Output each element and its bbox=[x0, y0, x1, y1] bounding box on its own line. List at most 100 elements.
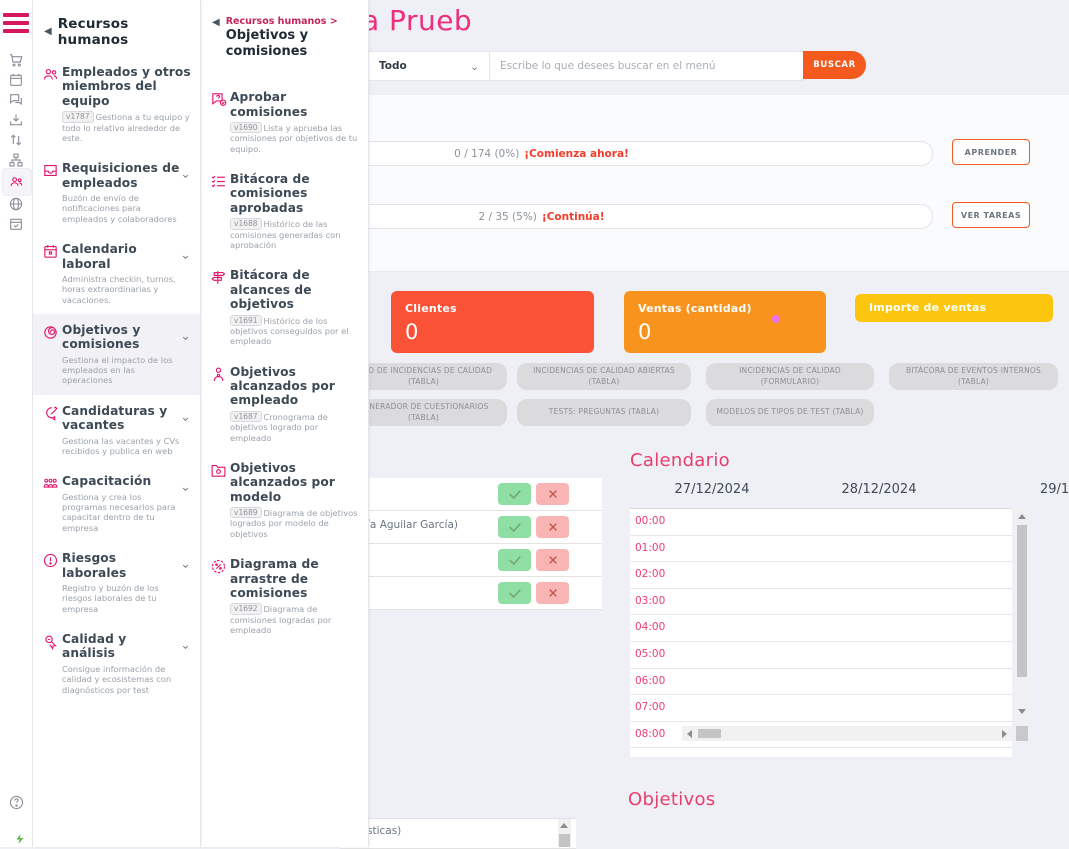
submenu-item-diagrama-arrastre[interactable]: Diagrama de arrastre de comisiones v1692… bbox=[200, 548, 368, 644]
calendar-horizontal-scrollbar[interactable] bbox=[682, 726, 1012, 741]
objetivos-row-text: sticas) bbox=[367, 825, 402, 837]
approve-button[interactable] bbox=[498, 483, 531, 505]
kpi-value: 0 bbox=[638, 320, 652, 344]
menu-item-desc: Gestiona las vacantes y CVs recibidos y … bbox=[62, 435, 180, 456]
kpi-card-ventas-cantidad: Ventas (cantidad) 0 bbox=[624, 291, 826, 353]
back-arrow-icon[interactable]: ◀ bbox=[212, 16, 220, 30]
cart-icon[interactable] bbox=[0, 52, 32, 68]
calendar-icon[interactable] bbox=[0, 72, 32, 88]
globe-icon[interactable] bbox=[0, 196, 32, 212]
scroll-up-arrow[interactable] bbox=[560, 823, 568, 828]
calendar-grid: 00:00 01:00 02:00 03:00 04:00 05:00 06:0… bbox=[630, 508, 1012, 757]
signpost-icon bbox=[210, 268, 230, 290]
menu-item-candidaturas[interactable]: Candidaturas y vacantes Gestiona las vac… bbox=[32, 395, 200, 466]
table-button[interactable]: MODELOS DE TIPOS DE TEST (TABLA) bbox=[706, 399, 874, 426]
version-badge: v1691 bbox=[230, 314, 262, 326]
menu-item-label: Objetivos y comisiones bbox=[62, 322, 141, 352]
calendar-time-row: 03:00 bbox=[630, 589, 1012, 616]
reject-button[interactable] bbox=[536, 516, 569, 538]
menu-item-riesgos[interactable]: Riesgos laborales Registro y buzón de lo… bbox=[32, 542, 200, 623]
checklist-icon bbox=[210, 172, 230, 194]
version-badge: v1687 bbox=[230, 410, 262, 423]
approval-row-text: ía Aguilar García) bbox=[367, 519, 458, 531]
menu-item-calidad[interactable]: Calidad y análisis Consigue información … bbox=[32, 623, 200, 704]
version-badge: v1689 bbox=[230, 507, 262, 519]
menu-item-capacitacion[interactable]: Capacitación Gestiona y crea los program… bbox=[32, 465, 200, 542]
kpi-value: 0 bbox=[405, 320, 419, 344]
scroll-down-arrow[interactable] bbox=[1018, 709, 1026, 714]
progress-cta: ¡Continúa! bbox=[541, 210, 605, 223]
approve-button[interactable] bbox=[498, 582, 531, 604]
sitemap-icon[interactable] bbox=[0, 152, 32, 168]
chevron-down-icon bbox=[180, 474, 194, 497]
search-button[interactable]: BUSCAR bbox=[803, 51, 866, 79]
table-button[interactable]: INCIDENCIAS DE CALIDAD ABIERTAS (TABLA) bbox=[517, 363, 691, 390]
calendar-time-row: 06:00 bbox=[630, 669, 1012, 696]
person-award-icon bbox=[210, 365, 230, 387]
reject-button[interactable] bbox=[536, 483, 569, 505]
award-icon bbox=[42, 632, 62, 654]
approval-row: ía Aguilar García) bbox=[340, 511, 602, 544]
approve-button[interactable] bbox=[498, 549, 531, 571]
submenu-item-bitacora-alcances[interactable]: Bitácora de alcances de objetivos v1691 H… bbox=[200, 259, 368, 355]
table-button[interactable]: INCIDENCIAS DE CALIDAD (FORMULARIO) bbox=[706, 363, 874, 390]
calendar-vertical-scrollbar[interactable] bbox=[1016, 509, 1028, 741]
icon-rail bbox=[0, 0, 33, 847]
chevron-down-icon bbox=[180, 161, 194, 184]
search-input[interactable] bbox=[490, 60, 804, 72]
menu-item-label: Calidad y análisis bbox=[62, 632, 127, 661]
menu-hamburger-icon[interactable] bbox=[0, 12, 32, 34]
scroll-right-arrow[interactable] bbox=[1002, 730, 1007, 738]
submenu-header[interactable]: ◀ Recursos humanos > Objetivos y comisio… bbox=[200, 0, 368, 67]
inbox-icon bbox=[42, 161, 62, 183]
kpi-card-importe-ventas: Importe de ventas bbox=[855, 294, 1053, 322]
submenu-item-label: Objetivos alcanzados por modelo bbox=[230, 460, 335, 504]
menu-item-calendario-laboral[interactable]: Calendario laboral Administra checkin, t… bbox=[32, 233, 200, 314]
reject-button[interactable] bbox=[536, 549, 569, 571]
menu-item-objetivos-comisiones[interactable]: Objetivos y comisiones Gestiona el impac… bbox=[32, 313, 200, 395]
main-menu-panel: ◀ Recursos humanos Empleados y otros mie… bbox=[32, 0, 201, 847]
submenu-item-bitacora-comisiones[interactable]: Bitácora de comisiones aprobadas v1688 Hi… bbox=[200, 163, 368, 259]
menu-item-label: Calendario laboral bbox=[62, 242, 137, 271]
approve-button[interactable] bbox=[498, 516, 531, 538]
calendar-time-row: 05:00 bbox=[630, 642, 1012, 669]
chevron-down-icon bbox=[470, 57, 479, 76]
sort-arrows-icon[interactable] bbox=[0, 132, 32, 148]
scrollbar-thumb[interactable] bbox=[698, 729, 721, 738]
menu-item-empleados[interactable]: Empleados y otros miembros del equipo v1… bbox=[32, 56, 200, 152]
submenu-item-label: Diagrama de arrastre de comisiones bbox=[230, 557, 319, 600]
progress-fraction: 0 / 174 (0%) bbox=[454, 147, 520, 160]
scroll-up-arrow[interactable] bbox=[1018, 514, 1026, 519]
progress-fraction: 2 / 35 (5%) bbox=[478, 210, 537, 223]
submenu-item-objetivos-empleado[interactable]: Objetivos alcanzados por empleado v1687 C… bbox=[200, 356, 368, 452]
chevron-down-icon bbox=[180, 632, 194, 655]
scrollbar-thumb[interactable] bbox=[559, 834, 570, 847]
team-icon[interactable] bbox=[0, 174, 32, 189]
submenu-panel: ◀ Recursos humanos > Objetivos y comisio… bbox=[200, 0, 369, 847]
kpi-label: Importe de ventas bbox=[869, 301, 987, 314]
chat-icon[interactable] bbox=[0, 92, 32, 108]
download-tray-icon[interactable] bbox=[0, 112, 32, 128]
back-arrow-icon[interactable]: ◀ bbox=[44, 25, 52, 39]
submenu-item-objetivos-modelo[interactable]: Objetivos alcanzados por modelo v1689 Dia… bbox=[200, 452, 368, 548]
scrollbar-thumb[interactable] bbox=[1017, 525, 1027, 677]
bolt-icon[interactable] bbox=[4, 832, 36, 846]
page-title: a Prueb bbox=[362, 4, 473, 37]
submenu-item-aprobar-comisiones[interactable]: Aprobar comisiones v1690 Lista y aprueba … bbox=[200, 81, 368, 163]
menu-item-requisiciones[interactable]: Requisiciones de empleados Buzón de enví… bbox=[32, 152, 200, 233]
chevron-down-icon bbox=[180, 404, 194, 427]
submenu-item-desc: v1687 Cronograma de objetivos logrado por… bbox=[230, 410, 328, 443]
table-button[interactable]: TESTS: PREGUNTAS (TABLA) bbox=[517, 399, 691, 426]
scroll-left-arrow[interactable] bbox=[687, 730, 692, 738]
help-icon[interactable] bbox=[0, 794, 32, 811]
ver-tareas-button[interactable]: VER TAREAS bbox=[952, 202, 1030, 228]
version-badge: v1692 bbox=[230, 603, 262, 615]
menu-header[interactable]: ◀ Recursos humanos bbox=[32, 0, 200, 56]
schedule-icon[interactable] bbox=[0, 216, 32, 232]
objetivos-vertical-scrollbar[interactable] bbox=[558, 819, 571, 847]
submenu-item-desc: v1691 Histórico de los objetivos consegui… bbox=[230, 314, 349, 347]
table-button[interactable]: BITÁCORA DE EVENTOS INTERNOS (TABLA) bbox=[889, 363, 1058, 390]
reject-button[interactable] bbox=[536, 582, 569, 604]
aprender-button[interactable]: APRENDER bbox=[952, 139, 1030, 165]
chevron-down-icon bbox=[180, 323, 194, 346]
